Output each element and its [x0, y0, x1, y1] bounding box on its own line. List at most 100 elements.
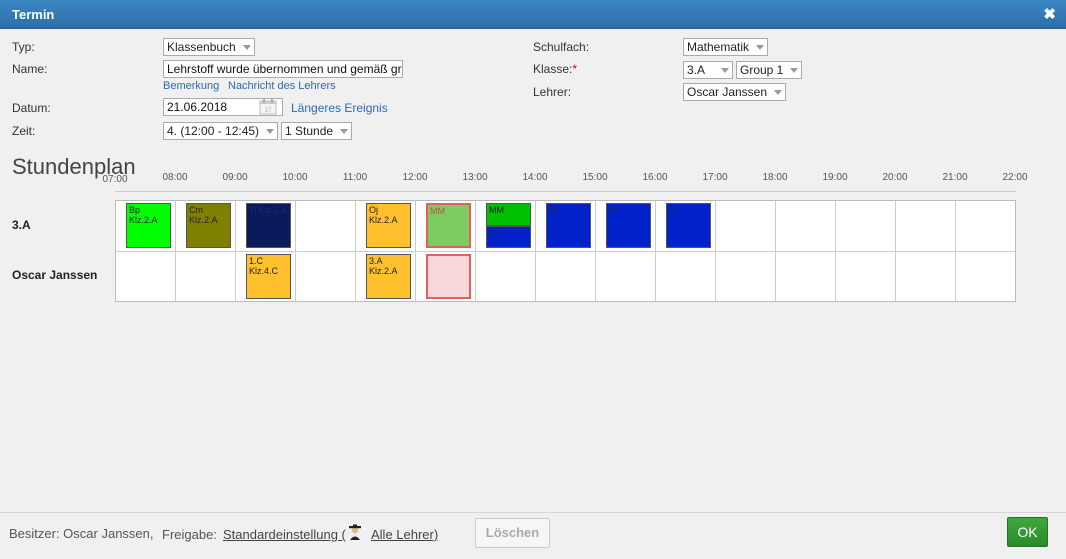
hour-label: 15:00 — [582, 172, 608, 183]
lesson-block[interactable]: Af — [486, 226, 531, 248]
svg-text:17: 17 — [265, 108, 272, 114]
schulfach-select[interactable]: Mathematik — [683, 38, 768, 56]
laengeres-ereignis-link[interactable]: Längeres Ereignis — [291, 101, 388, 115]
lesson-block[interactable]: Tl Klz.2.A — [246, 203, 291, 248]
lesson-text: Klz.2.A — [129, 215, 158, 225]
zeit-label: Zeit: — [12, 124, 36, 138]
chevron-down-icon — [774, 90, 782, 95]
klasse-label-text: Klasse: — [533, 62, 573, 76]
hour-label: 10:00 — [282, 172, 308, 183]
lesson-block[interactable]: Bp Klz.2.A — [126, 203, 171, 248]
lesson-text: Af — [669, 205, 678, 215]
hour-label: 22:00 — [1002, 172, 1028, 183]
lesson-text: Af — [549, 205, 558, 215]
lesson-text: Klz.4.C — [249, 266, 279, 276]
group-select[interactable]: Group 1 — [736, 61, 802, 79]
lesson-block[interactable]: Af — [546, 203, 591, 248]
hour-label: 14:00 — [522, 172, 548, 183]
name-input[interactable]: Lehrstoff wurde übernommen und gemäß gr — [163, 60, 403, 78]
teacher-icon — [349, 524, 361, 540]
typ-value: Klassenbuch — [167, 40, 236, 54]
zeit-select[interactable]: 4. (12:00 - 12:45) — [163, 122, 278, 140]
lesson-text: Af — [489, 228, 498, 238]
hour-label: 12:00 — [402, 172, 428, 183]
lesson-text: MM — [489, 205, 504, 215]
hour-label: 21:00 — [942, 172, 968, 183]
chevron-down-icon — [721, 68, 729, 73]
lesson-text: 3.A — [369, 256, 383, 266]
required-marker: * — [572, 62, 578, 76]
lesson-text: Cm — [189, 205, 203, 215]
lesson-block[interactable]: 1.C Klz.4.C — [246, 254, 291, 299]
hour-gridline — [295, 201, 296, 301]
dauer-value: 1 Stunde — [285, 124, 334, 138]
delete-button[interactable]: Löschen — [475, 518, 550, 548]
current-lesson-slot[interactable] — [426, 254, 471, 299]
hour-gridline — [595, 201, 596, 301]
hour-label: 11:00 — [342, 172, 368, 183]
bemerkung-link[interactable]: Bemerkung — [163, 80, 219, 92]
lesson-block[interactable]: Af — [666, 203, 711, 248]
dialog-title: Termin — [12, 7, 55, 22]
hour-gridline — [415, 201, 416, 301]
klasse-select[interactable]: 3.A — [683, 61, 733, 79]
klasse-value: 3.A — [687, 63, 706, 77]
lehrer-select[interactable]: Oscar Janssen — [683, 83, 786, 101]
chevron-down-icon — [340, 129, 348, 134]
schulfach-value: Mathematik — [687, 40, 750, 54]
lehrer-label: Lehrer: — [533, 85, 572, 99]
calendar-icon[interactable]: 17 — [259, 99, 277, 115]
lesson-block[interactable]: Cm Klz.2.A — [186, 203, 231, 248]
name-label: Name: — [12, 62, 48, 76]
current-lesson-slot[interactable]: MM — [426, 203, 471, 248]
hour-label: 07:00 — [102, 174, 128, 185]
hour-gridline — [775, 201, 776, 301]
typ-select[interactable]: Klassenbuch — [163, 38, 255, 56]
hour-label: 16:00 — [642, 172, 668, 183]
hour-gridline — [235, 201, 236, 301]
lesson-text: Klz.2.A — [369, 266, 398, 276]
dialog-titlebar: Termin ✖ — [0, 0, 1066, 29]
lesson-block[interactable]: 3.A Klz.2.A — [366, 254, 411, 299]
hour-label: 19:00 — [822, 172, 848, 183]
zeit-value: 4. (12:00 - 12:45) — [167, 124, 260, 138]
nachricht-link[interactable]: Nachricht des Lehrers — [228, 80, 336, 92]
typ-label: Typ: — [12, 40, 35, 54]
hour-label: 18:00 — [762, 172, 788, 183]
hour-gridline — [475, 201, 476, 301]
lesson-text: Af — [609, 205, 618, 215]
chevron-down-icon — [266, 129, 274, 134]
chevron-down-icon — [756, 45, 764, 50]
ok-button[interactable]: OK — [1007, 517, 1048, 547]
klasse-label: Klasse:* — [533, 62, 577, 76]
lesson-block[interactable]: Oj Klz.2.A — [366, 203, 411, 248]
hour-label: 20:00 — [882, 172, 908, 183]
row-divider — [116, 251, 1015, 252]
hour-gridline — [535, 201, 536, 301]
close-icon[interactable]: ✖ — [1043, 5, 1056, 23]
chevron-down-icon — [243, 45, 251, 50]
freigabe-link[interactable]: Standardeinstellung ( — [223, 527, 346, 542]
group-value: Group 1 — [740, 63, 784, 77]
schulfach-label: Schulfach: — [533, 40, 590, 54]
hour-label: 17:00 — [702, 172, 728, 183]
schedule-grid[interactable]: Bp Klz.2.A Cm Klz.2.A Tl Klz.2.A Oj Klz.2.A MM… — [115, 200, 1016, 302]
datum-label: Datum: — [12, 101, 51, 115]
axis-divider — [115, 191, 1016, 192]
lesson-block[interactable]: Af — [606, 203, 651, 248]
row-label-class: 3.A — [12, 218, 31, 232]
lesson-text: MM — [430, 206, 445, 216]
dauer-select[interactable]: 1 Stunde — [281, 122, 352, 140]
hour-gridline — [835, 201, 836, 301]
hour-gridline — [955, 201, 956, 301]
row-label-teacher: Oscar Janssen — [12, 268, 98, 282]
freigabe-label: Freigabe: — [162, 527, 217, 542]
lesson-block[interactable]: MM — [486, 203, 531, 226]
hour-gridline — [895, 201, 896, 301]
lesson-text: Oj Klz.2.A — [369, 205, 398, 225]
lesson-text: 1.C — [249, 256, 264, 266]
alle-lehrer-link[interactable]: Alle Lehrer) — [371, 527, 438, 542]
hour-label: 13:00 — [462, 172, 488, 183]
hour-gridline — [655, 201, 656, 301]
hour-gridline — [715, 201, 716, 301]
